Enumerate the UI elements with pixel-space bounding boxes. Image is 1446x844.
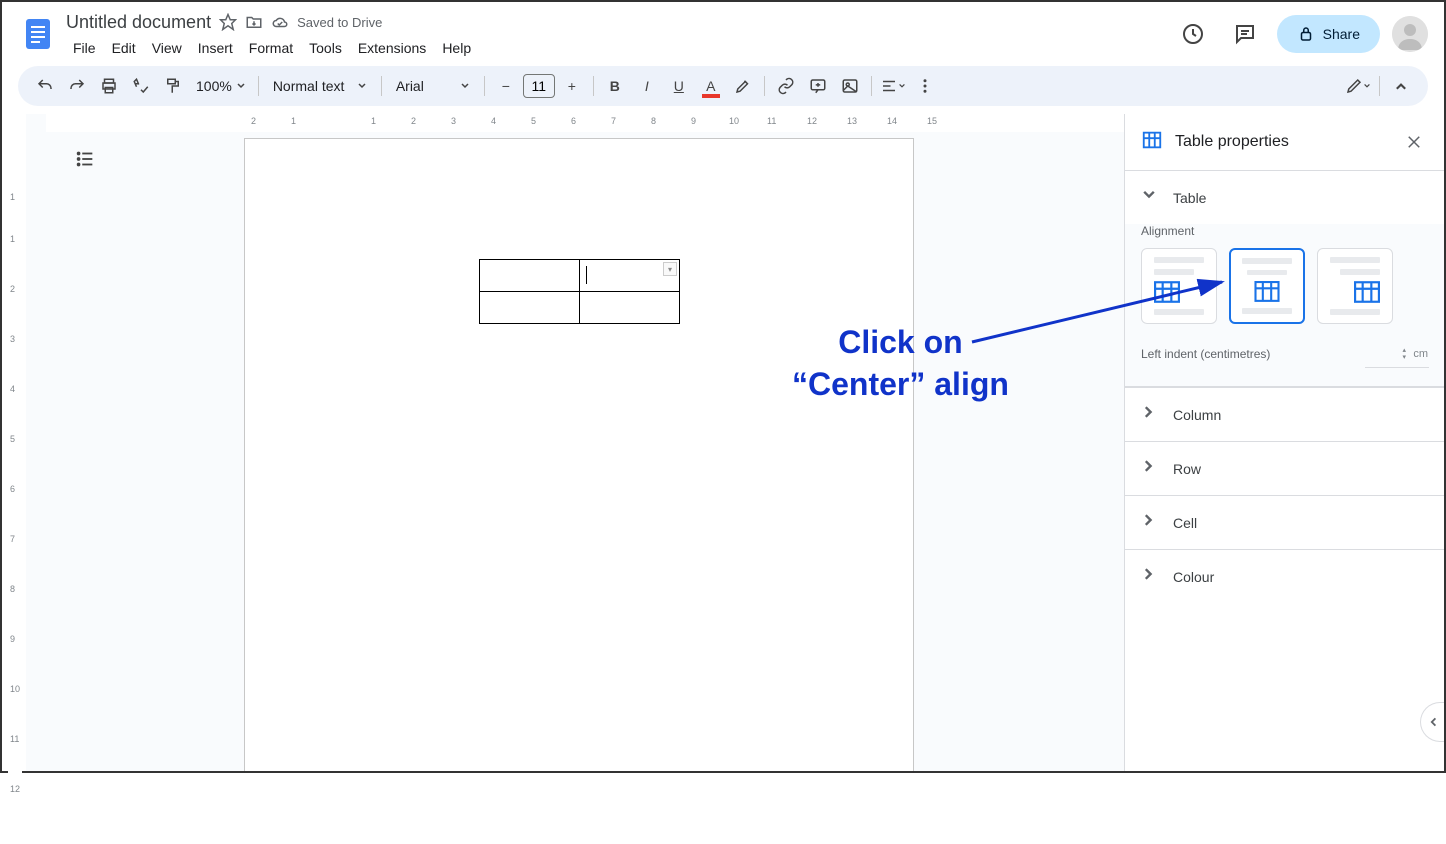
title-area: Untitled document Saved to Drive File Ed… bbox=[66, 8, 1165, 60]
cell-dropdown-icon[interactable]: ▾ bbox=[663, 262, 677, 276]
star-icon[interactable] bbox=[219, 13, 237, 31]
chevron-right-icon bbox=[1141, 566, 1157, 587]
paint-format-button[interactable] bbox=[158, 71, 188, 101]
document-area: 2 1 1 2 3 4 5 6 7 8 9 10 11 12 13 14 15 bbox=[26, 114, 1124, 771]
editing-mode-button[interactable] bbox=[1343, 71, 1373, 101]
menu-help[interactable]: Help bbox=[435, 36, 478, 60]
indent-unit: cm bbox=[1413, 348, 1428, 360]
section-colour-header[interactable]: Colour bbox=[1125, 550, 1444, 603]
menu-insert[interactable]: Insert bbox=[191, 36, 240, 60]
menu-format[interactable]: Format bbox=[242, 36, 300, 60]
highlight-button[interactable] bbox=[728, 71, 758, 101]
share-button[interactable]: Share bbox=[1277, 15, 1380, 53]
section-row-header[interactable]: Row bbox=[1125, 442, 1444, 495]
chevron-down-icon bbox=[1141, 187, 1157, 208]
history-icon[interactable] bbox=[1173, 14, 1213, 54]
app-header: Untitled document Saved to Drive File Ed… bbox=[2, 2, 1444, 66]
align-right-option[interactable] bbox=[1317, 248, 1393, 324]
saved-status: Saved to Drive bbox=[297, 15, 382, 30]
section-column-header[interactable]: Column bbox=[1125, 388, 1444, 441]
document-table[interactable]: ▾ bbox=[479, 259, 680, 324]
document-page[interactable]: ▾ bbox=[244, 138, 914, 771]
table-cell[interactable] bbox=[580, 292, 680, 324]
table-cell[interactable] bbox=[480, 260, 580, 292]
menu-view[interactable]: View bbox=[145, 36, 189, 60]
menu-bar: File Edit View Insert Format Tools Exten… bbox=[66, 36, 1165, 60]
menu-edit[interactable]: Edit bbox=[105, 36, 143, 60]
menu-tools[interactable]: Tools bbox=[302, 36, 349, 60]
alignment-label: Alignment bbox=[1141, 224, 1428, 238]
print-button[interactable] bbox=[94, 71, 124, 101]
indent-stepper-icon[interactable]: ▴▾ bbox=[1402, 347, 1406, 361]
text-color-button[interactable]: A bbox=[696, 71, 726, 101]
user-avatar[interactable] bbox=[1392, 16, 1428, 52]
outline-toggle-icon[interactable] bbox=[70, 144, 100, 174]
paragraph-style-select[interactable]: Normal text bbox=[265, 78, 375, 94]
cloud-saved-icon[interactable] bbox=[271, 13, 289, 31]
section-table-header[interactable]: Table bbox=[1125, 171, 1444, 224]
table-icon bbox=[1141, 129, 1163, 156]
bold-button[interactable]: B bbox=[600, 71, 630, 101]
spellcheck-button[interactable] bbox=[126, 71, 156, 101]
align-button[interactable] bbox=[878, 71, 908, 101]
insert-link-button[interactable] bbox=[771, 71, 801, 101]
section-cell-header[interactable]: Cell bbox=[1125, 496, 1444, 549]
more-button[interactable] bbox=[910, 71, 940, 101]
insert-image-button[interactable] bbox=[835, 71, 865, 101]
underline-button[interactable]: U bbox=[664, 71, 694, 101]
move-folder-icon[interactable] bbox=[245, 13, 263, 31]
close-panel-button[interactable] bbox=[1400, 128, 1428, 156]
italic-button[interactable]: I bbox=[632, 71, 662, 101]
collapse-toolbar-button[interactable] bbox=[1386, 71, 1416, 101]
zoom-select[interactable]: 100% bbox=[190, 78, 252, 94]
chevron-right-icon bbox=[1141, 512, 1157, 533]
table-cell[interactable]: ▾ bbox=[580, 260, 680, 292]
share-label: Share bbox=[1323, 26, 1360, 42]
vertical-ruler: 1 1 2 3 4 5 6 7 8 9 10 11 12 bbox=[2, 114, 26, 771]
panel-title: Table properties bbox=[1175, 133, 1388, 151]
table-properties-panel: Table properties Table Alignment bbox=[1124, 114, 1444, 771]
align-center-option[interactable] bbox=[1229, 248, 1305, 324]
table-cell[interactable] bbox=[480, 292, 580, 324]
docs-logo-icon[interactable] bbox=[18, 14, 58, 54]
font-size-increase[interactable]: + bbox=[557, 71, 587, 101]
menu-file[interactable]: File bbox=[66, 36, 103, 60]
horizontal-ruler: 2 1 1 2 3 4 5 6 7 8 9 10 11 12 13 14 15 bbox=[46, 114, 1124, 132]
text-cursor bbox=[586, 266, 587, 284]
align-left-option[interactable] bbox=[1141, 248, 1217, 324]
undo-button[interactable] bbox=[30, 71, 60, 101]
chevron-right-icon bbox=[1141, 404, 1157, 425]
font-size-input[interactable] bbox=[523, 74, 555, 98]
chevron-right-icon bbox=[1141, 458, 1157, 479]
menu-extensions[interactable]: Extensions bbox=[351, 36, 433, 60]
comments-icon[interactable] bbox=[1225, 14, 1265, 54]
font-select[interactable]: Arial bbox=[388, 78, 478, 94]
redo-button[interactable] bbox=[62, 71, 92, 101]
indent-label: Left indent (centimetres) bbox=[1141, 347, 1270, 361]
font-size-decrease[interactable]: − bbox=[491, 71, 521, 101]
insert-comment-button[interactable] bbox=[803, 71, 833, 101]
document-title[interactable]: Untitled document bbox=[66, 12, 211, 33]
toolbar: 100% Normal text Arial − + B I U A bbox=[18, 66, 1428, 106]
